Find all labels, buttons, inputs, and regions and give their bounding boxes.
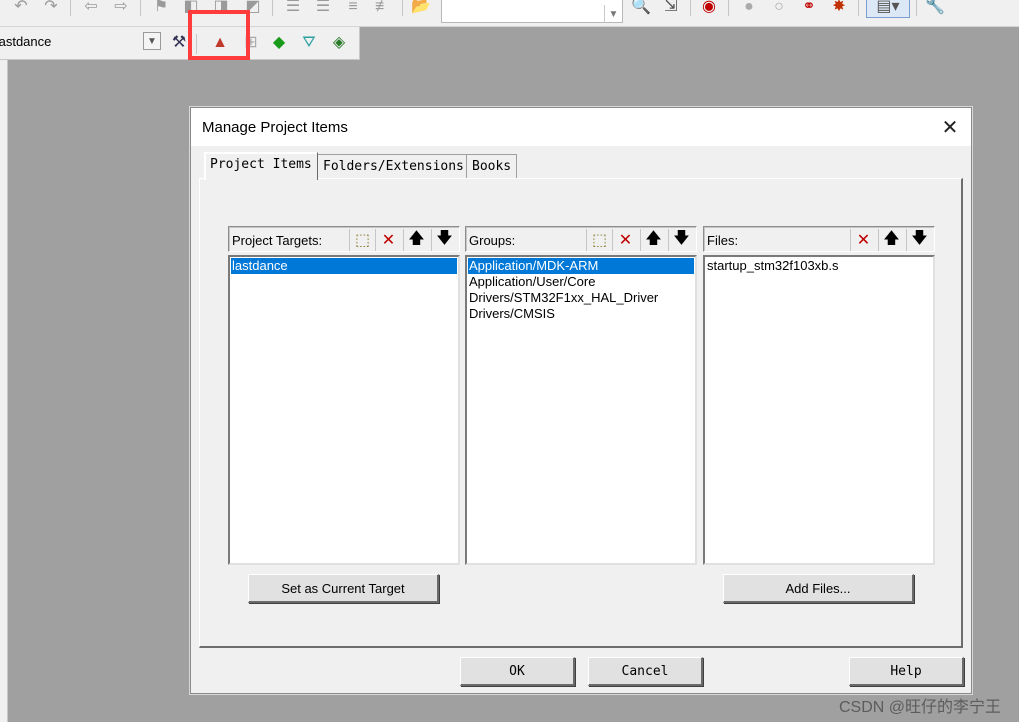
files-panel: Files: ✕ 🡅 🡇 startup_stm32f103xb.s xyxy=(703,226,935,565)
files-label: Files: xyxy=(707,233,739,248)
chevron-down-icon[interactable]: ▼ xyxy=(604,5,622,23)
breakpoint-disable-icon[interactable]: ○ xyxy=(768,0,790,18)
build-toolbar: tastdance ▼ ⚒ ▲ ⊞ ◆ ⛛ ◈ xyxy=(0,27,360,60)
cancel-button[interactable]: Cancel xyxy=(588,657,703,686)
window-layout-icon[interactable]: ▤▾ xyxy=(866,0,910,18)
list-item[interactable]: Drivers/CMSIS xyxy=(468,306,694,322)
chevron-down-icon[interactable]: ▼ xyxy=(143,32,161,50)
delete-target-icon[interactable]: ✕ xyxy=(375,229,401,251)
breakpoint-icon[interactable]: ● xyxy=(738,0,760,18)
tab-project-items[interactable]: Project Items xyxy=(204,152,318,180)
files-header: Files: ✕ 🡅 🡇 xyxy=(703,226,935,252)
project-targets-header: Project Targets: ⬚ ✕ 🡅 🡇 xyxy=(228,226,460,252)
move-up-icon[interactable]: 🡅 xyxy=(640,229,666,251)
tab-folders-extensions[interactable]: Folders/Extensions xyxy=(317,154,470,178)
delete-group-icon[interactable]: ✕ xyxy=(612,229,638,251)
move-down-icon[interactable]: 🡇 xyxy=(668,229,694,251)
move-down-icon[interactable]: 🡇 xyxy=(431,229,457,251)
project-targets-panel: Project Targets: ⬚ ✕ 🡅 🡇 lastdance xyxy=(228,226,460,565)
dialog-titlebar: Manage Project Items ✕ xyxy=(191,108,971,146)
open-folder-icon[interactable]: 📂 xyxy=(410,0,432,18)
move-down-icon[interactable]: 🡇 xyxy=(906,229,932,251)
list-item[interactable]: Application/User/Core xyxy=(468,274,694,290)
close-icon[interactable]: ✕ xyxy=(939,116,961,139)
groups-label: Groups: xyxy=(469,233,516,248)
delete-file-icon[interactable]: ✕ xyxy=(850,229,876,251)
software-packs-icon[interactable]: ◈ xyxy=(328,32,350,54)
new-target-icon[interactable]: ⬚ xyxy=(349,229,375,251)
list-item[interactable]: lastdance xyxy=(231,258,457,274)
redo-icon[interactable]: ↷ xyxy=(40,0,62,18)
breakpoint-kill-icon[interactable]: ✸ xyxy=(828,0,850,18)
toolbar-separator xyxy=(858,0,859,16)
target-select[interactable]: tastdance ▼ xyxy=(0,31,162,53)
undo-icon[interactable]: ↶ xyxy=(10,0,32,18)
groups-panel: Groups: ⬚ ✕ 🡅 🡇 Application/MDK-ARM Appl… xyxy=(465,226,697,565)
toolbar-separator xyxy=(140,0,141,16)
groups-header: Groups: ⬚ ✕ 🡅 🡇 xyxy=(465,226,697,252)
toolbar-separator xyxy=(272,0,273,16)
manage-rte-icon[interactable]: ◆ xyxy=(268,32,290,54)
breakpoint-disable-all-icon[interactable]: ⚭ xyxy=(798,0,820,18)
project-targets-label: Project Targets: xyxy=(232,233,323,248)
project-targets-list[interactable]: lastdance xyxy=(228,255,460,565)
move-up-icon[interactable]: 🡅 xyxy=(878,229,904,251)
comment-icon[interactable]: ≡ xyxy=(342,0,364,18)
toolbar-separator xyxy=(70,0,71,16)
unindent-icon[interactable]: ☰ xyxy=(312,0,334,18)
configure-icon[interactable]: 🔧 xyxy=(924,0,946,18)
new-group-icon[interactable]: ⬚ xyxy=(586,229,612,251)
dialog-title: Manage Project Items xyxy=(202,119,348,136)
uncomment-icon[interactable]: ≢ xyxy=(372,0,394,18)
ok-button[interactable]: OK xyxy=(460,657,575,686)
toolbar-separator xyxy=(916,0,917,16)
highlight-annotation xyxy=(188,10,250,60)
bookmark-icon[interactable]: ⚑ xyxy=(150,0,172,18)
find-in-files-icon[interactable]: 🔍 xyxy=(630,0,652,18)
find-combo[interactable]: ▼ xyxy=(441,0,623,23)
list-item[interactable]: Application/MDK-ARM xyxy=(468,258,694,274)
set-current-target-button[interactable]: Set as Current Target xyxy=(248,574,439,603)
indent-icon[interactable]: ☰ xyxy=(282,0,304,18)
target-select-value: tastdance xyxy=(0,34,52,49)
toolbar-separator xyxy=(728,0,729,16)
list-item[interactable]: startup_stm32f103xb.s xyxy=(706,258,932,274)
main-toolbar: ↶ ↷ ⇦ ⇨ ⚑ ◧ ◨ ◩ ☰ ☰ ≡ ≢ 📂 ▼ 🔍 ⇲ ◉ ● ○ ⚭ … xyxy=(0,0,1019,27)
add-files-button[interactable]: Add Files... xyxy=(723,574,914,603)
nav-back-icon[interactable]: ⇦ xyxy=(80,0,102,18)
list-item[interactable]: Drivers/STM32F1xx_HAL_Driver xyxy=(468,290,694,306)
manage-project-items-dialog: Manage Project Items ✕ Project Items Fol… xyxy=(190,107,972,694)
nav-forward-icon[interactable]: ⇨ xyxy=(110,0,132,18)
toolbar-separator xyxy=(690,0,691,16)
pack-installer-icon[interactable]: ⛛ xyxy=(298,32,320,54)
incremental-find-icon[interactable]: ⇲ xyxy=(660,0,682,18)
debug-icon[interactable]: ◉ xyxy=(698,0,720,18)
tab-books[interactable]: Books xyxy=(466,154,518,178)
target-options-icon[interactable]: ⚒ xyxy=(168,32,190,54)
files-list[interactable]: startup_stm32f103xb.s xyxy=(703,255,935,565)
help-button[interactable]: Help xyxy=(849,657,964,686)
groups-list[interactable]: Application/MDK-ARM Application/User/Cor… xyxy=(465,255,697,565)
watermark: CSDN @旺仔的李宁王 xyxy=(838,699,1001,716)
move-up-icon[interactable]: 🡅 xyxy=(403,229,429,251)
project-pane-edge xyxy=(0,60,8,722)
toolbar-separator xyxy=(402,0,403,16)
